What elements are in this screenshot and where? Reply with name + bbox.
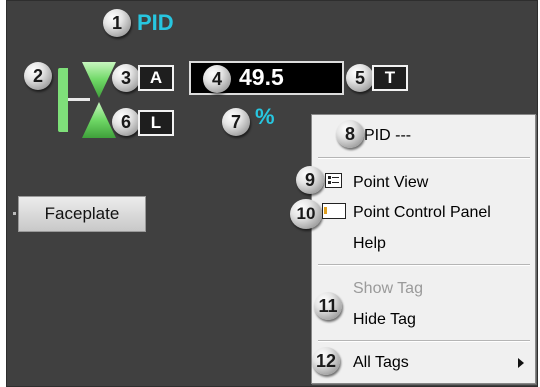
units-label: % <box>255 104 275 129</box>
callout-8: 8 <box>336 120 364 148</box>
callout-1: 1 <box>103 9 131 37</box>
menu-item-point-control-panel[interactable]: Point Control Panel <box>353 204 491 222</box>
control-panel-icon <box>322 203 346 219</box>
menu-item-hide-tag[interactable]: Hide Tag <box>353 311 416 329</box>
callout-10: 10 <box>290 199 322 229</box>
menu-separator <box>318 157 530 159</box>
submenu-arrow-icon <box>518 358 524 368</box>
menu-item-point-view[interactable]: Point View <box>353 174 428 192</box>
trend-button[interactable]: T <box>372 65 408 91</box>
auto-mode-button[interactable]: A <box>138 65 174 91</box>
callout-3: 3 <box>112 64 140 92</box>
menu-separator <box>318 340 530 342</box>
callout-5: 5 <box>346 64 374 92</box>
callout-12: 12 <box>312 347 340 375</box>
callout-6: 6 <box>112 108 140 136</box>
tag-name[interactable]: PID <box>137 10 174 36</box>
point-view-icon <box>325 173 342 188</box>
callout-11: 11 <box>314 292 342 320</box>
menu-item-show-tag: Show Tag <box>353 280 423 297</box>
callout-9: 9 <box>296 166 324 194</box>
faceplate-button[interactable]: Faceplate <box>18 196 146 232</box>
callout-7: 7 <box>222 108 250 136</box>
callout-2: 2 <box>24 62 52 90</box>
menu-item-all-tags[interactable]: All Tags <box>353 354 409 372</box>
menu-item-help[interactable]: Help <box>353 235 386 253</box>
menu-header: PID --- <box>364 127 412 144</box>
context-menu <box>311 114 536 384</box>
local-mode-button[interactable]: L <box>138 110 174 136</box>
faceplate-indicator <box>13 212 16 215</box>
callout-4: 4 <box>203 65 231 93</box>
menu-separator <box>318 264 530 266</box>
pv-value: 49.5 <box>239 64 284 90</box>
